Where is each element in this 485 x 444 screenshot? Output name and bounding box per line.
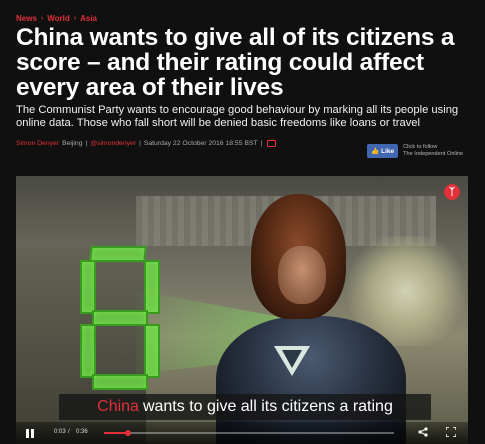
video-player[interactable]: ᛉ China wants to give all its citizens a…	[16, 176, 468, 444]
follow-text: Click to follow The Independent Online	[403, 144, 463, 158]
author-link[interactable]: Simon Denyer	[16, 140, 59, 147]
fullscreen-icon[interactable]	[445, 426, 457, 441]
follow-text-line2: The Independent Online	[403, 151, 464, 157]
thumbs-up-icon: 👍	[371, 148, 380, 155]
follow-text-line1: Click to follow	[403, 144, 438, 150]
digit-segment	[92, 310, 148, 326]
like-label: Like	[381, 147, 395, 155]
author-location: Beijing	[62, 140, 83, 147]
byline: Simon Denyer Beijing | @simondenyer | Sa…	[16, 140, 277, 147]
facebook-follow: 👍 Like Click to follow The Independent O…	[367, 144, 463, 158]
scene-chest-emblem-inner	[282, 350, 302, 368]
video-duration: 0:36	[76, 429, 88, 435]
digit-segment	[144, 260, 160, 314]
video-progress-bar[interactable]	[104, 430, 394, 436]
article-date: Saturday 22 October 2016 18:55 BST	[143, 140, 258, 147]
breadcrumb-news[interactable]: News	[16, 14, 37, 23]
breadcrumb-world[interactable]: World	[47, 14, 70, 23]
video-subtitle: China wants to give all its citizens a r…	[59, 394, 431, 420]
video-progress-handle[interactable]	[125, 430, 132, 436]
digit-segment	[80, 260, 96, 314]
article-headline: China wants to give all of its citizens …	[16, 24, 455, 101]
subtitle-text: wants to give all its citizens a rating	[142, 398, 393, 415]
breadcrumb: News › World › Asia	[16, 14, 97, 23]
author-twitter-link[interactable]: @simondenyer	[90, 140, 136, 147]
article-standfirst: The Communist Party wants to encourage g…	[16, 104, 459, 129]
digit-segment	[92, 374, 148, 390]
breadcrumb-separator: ›	[73, 15, 77, 22]
independent-eagle-icon: ᛉ	[444, 184, 460, 200]
facebook-like-button[interactable]: 👍 Like	[367, 144, 399, 158]
digit-segment	[144, 324, 160, 378]
byline-divider: |	[139, 140, 141, 147]
share-icon[interactable]	[418, 427, 428, 441]
byline-divider: |	[85, 140, 88, 147]
comment-icon[interactable]	[267, 140, 277, 147]
current-time: 0:03	[54, 429, 66, 435]
scene-character-face	[278, 246, 326, 304]
digit-segment	[80, 324, 96, 378]
pause-icon[interactable]	[26, 429, 35, 438]
digit-segment	[89, 246, 147, 262]
video-controls: 0:03 / 0:36	[16, 422, 468, 444]
byline-divider: |	[260, 140, 263, 147]
subtitle-highlight: China	[97, 398, 139, 415]
breadcrumb-asia[interactable]: Asia	[80, 14, 97, 23]
time-separator: /	[68, 429, 70, 435]
breadcrumb-separator: ›	[40, 15, 44, 22]
